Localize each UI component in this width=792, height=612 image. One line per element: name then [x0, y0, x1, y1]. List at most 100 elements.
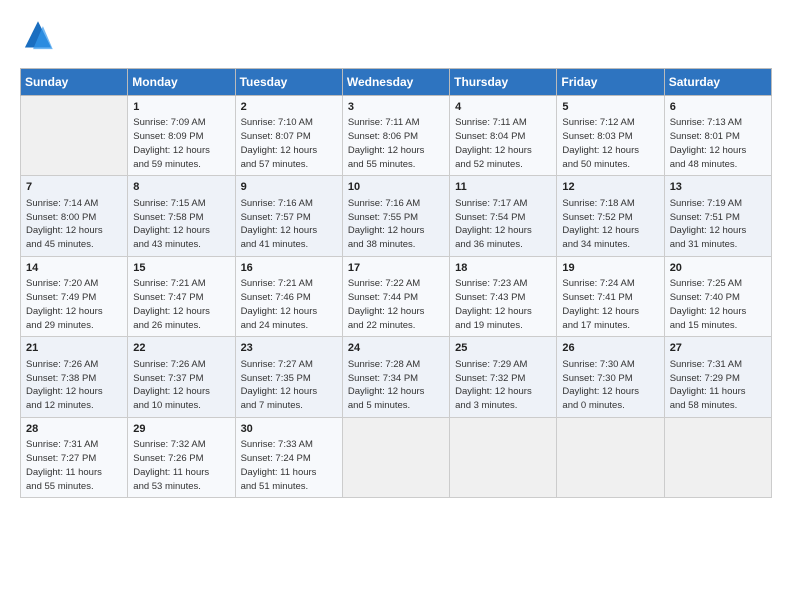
day-number: 3	[348, 100, 444, 115]
day-info: Sunrise: 7:21 AM Sunset: 7:47 PM Dayligh…	[133, 277, 229, 332]
day-number: 18	[455, 261, 551, 276]
calendar-cell	[664, 417, 771, 497]
day-number: 29	[133, 422, 229, 437]
day-info: Sunrise: 7:13 AM Sunset: 8:01 PM Dayligh…	[670, 116, 766, 171]
calendar-cell: 20Sunrise: 7:25 AM Sunset: 7:40 PM Dayli…	[664, 256, 771, 336]
calendar-cell: 7 Sunrise: 7:14 AM Sunset: 8:00 PM Daylig…	[21, 176, 128, 256]
day-number: 7	[26, 180, 122, 195]
calendar-cell: 16Sunrise: 7:21 AM Sunset: 7:46 PM Dayli…	[235, 256, 342, 336]
weekday-header: Saturday	[664, 69, 771, 96]
day-info: Sunrise: 7:28 AM Sunset: 7:34 PM Dayligh…	[348, 358, 444, 413]
calendar-cell	[342, 417, 449, 497]
day-number: 8	[133, 180, 229, 195]
day-info: Sunrise: 7:26 AM Sunset: 7:37 PM Dayligh…	[133, 358, 229, 413]
weekday-header: Wednesday	[342, 69, 449, 96]
calendar-cell: 18Sunrise: 7:23 AM Sunset: 7:43 PM Dayli…	[450, 256, 557, 336]
logo	[20, 18, 62, 54]
calendar-cell: 10 Sunrise: 7:16 AM Sunset: 7:55 PM Dayli…	[342, 176, 449, 256]
day-number: 20	[670, 261, 766, 276]
day-info: Sunrise: 7:23 AM Sunset: 7:43 PM Dayligh…	[455, 277, 551, 332]
day-number: 9	[241, 180, 337, 195]
weekday-header: Tuesday	[235, 69, 342, 96]
calendar-cell	[557, 417, 664, 497]
day-info: Sunrise: 7:16 AM Sunset: 7:55 PM Dayligh…	[348, 197, 444, 252]
calendar-cell: 12 Sunrise: 7:18 AM Sunset: 7:52 PM Dayli…	[557, 176, 664, 256]
day-info: Sunrise: 7:15 AM Sunset: 7:58 PM Dayligh…	[133, 197, 229, 252]
weekday-header: Friday	[557, 69, 664, 96]
day-info: Sunrise: 7:11 AM Sunset: 8:06 PM Dayligh…	[348, 116, 444, 171]
day-number: 1	[133, 100, 229, 115]
day-info: Sunrise: 7:31 AM Sunset: 7:29 PM Dayligh…	[670, 358, 766, 413]
day-info: Sunrise: 7:26 AM Sunset: 7:38 PM Dayligh…	[26, 358, 122, 413]
day-number: 22	[133, 341, 229, 356]
day-number: 13	[670, 180, 766, 195]
calendar-cell: 26Sunrise: 7:30 AM Sunset: 7:30 PM Dayli…	[557, 337, 664, 417]
header	[20, 18, 772, 54]
calendar-week-row: 28Sunrise: 7:31 AM Sunset: 7:27 PM Dayli…	[21, 417, 772, 497]
calendar-cell: 25Sunrise: 7:29 AM Sunset: 7:32 PM Dayli…	[450, 337, 557, 417]
calendar-cell: 22 Sunrise: 7:26 AM Sunset: 7:37 PM Dayli…	[128, 337, 235, 417]
day-info: Sunrise: 7:31 AM Sunset: 7:27 PM Dayligh…	[26, 438, 122, 493]
weekday-header: Sunday	[21, 69, 128, 96]
day-number: 12	[562, 180, 658, 195]
day-info: Sunrise: 7:20 AM Sunset: 7:49 PM Dayligh…	[26, 277, 122, 332]
header-row: SundayMondayTuesdayWednesdayThursdayFrid…	[21, 69, 772, 96]
day-info: Sunrise: 7:16 AM Sunset: 7:57 PM Dayligh…	[241, 197, 337, 252]
day-number: 30	[241, 422, 337, 437]
calendar-cell: 28Sunrise: 7:31 AM Sunset: 7:27 PM Dayli…	[21, 417, 128, 497]
day-number: 27	[670, 341, 766, 356]
logo-icon	[20, 18, 56, 54]
day-info: Sunrise: 7:22 AM Sunset: 7:44 PM Dayligh…	[348, 277, 444, 332]
weekday-header: Thursday	[450, 69, 557, 96]
calendar-cell: 21 Sunrise: 7:26 AM Sunset: 7:38 PM Dayli…	[21, 337, 128, 417]
calendar-cell: 11Sunrise: 7:17 AM Sunset: 7:54 PM Dayli…	[450, 176, 557, 256]
day-number: 15	[133, 261, 229, 276]
calendar-cell: 9 Sunrise: 7:16 AM Sunset: 7:57 PM Daylig…	[235, 176, 342, 256]
calendar-week-row: 7 Sunrise: 7:14 AM Sunset: 8:00 PM Daylig…	[21, 176, 772, 256]
page: SundayMondayTuesdayWednesdayThursdayFrid…	[0, 0, 792, 612]
calendar-table: SundayMondayTuesdayWednesdayThursdayFrid…	[20, 68, 772, 498]
day-info: Sunrise: 7:27 AM Sunset: 7:35 PM Dayligh…	[241, 358, 337, 413]
day-info: Sunrise: 7:10 AM Sunset: 8:07 PM Dayligh…	[241, 116, 337, 171]
day-number: 5	[562, 100, 658, 115]
day-info: Sunrise: 7:14 AM Sunset: 8:00 PM Dayligh…	[26, 197, 122, 252]
day-number: 10	[348, 180, 444, 195]
day-number: 24	[348, 341, 444, 356]
day-info: Sunrise: 7:25 AM Sunset: 7:40 PM Dayligh…	[670, 277, 766, 332]
calendar-cell: 17Sunrise: 7:22 AM Sunset: 7:44 PM Dayli…	[342, 256, 449, 336]
calendar-cell: 3Sunrise: 7:11 AM Sunset: 8:06 PM Daylig…	[342, 96, 449, 176]
calendar-cell: 30Sunrise: 7:33 AM Sunset: 7:24 PM Dayli…	[235, 417, 342, 497]
day-number: 4	[455, 100, 551, 115]
day-info: Sunrise: 7:24 AM Sunset: 7:41 PM Dayligh…	[562, 277, 658, 332]
day-info: Sunrise: 7:18 AM Sunset: 7:52 PM Dayligh…	[562, 197, 658, 252]
calendar-cell: 13 Sunrise: 7:19 AM Sunset: 7:51 PM Dayli…	[664, 176, 771, 256]
calendar-cell	[450, 417, 557, 497]
calendar-cell: 27 Sunrise: 7:31 AM Sunset: 7:29 PM Dayli…	[664, 337, 771, 417]
day-info: Sunrise: 7:21 AM Sunset: 7:46 PM Dayligh…	[241, 277, 337, 332]
day-info: Sunrise: 7:12 AM Sunset: 8:03 PM Dayligh…	[562, 116, 658, 171]
day-info: Sunrise: 7:19 AM Sunset: 7:51 PM Dayligh…	[670, 197, 766, 252]
calendar-cell: 5Sunrise: 7:12 AM Sunset: 8:03 PM Daylig…	[557, 96, 664, 176]
day-info: Sunrise: 7:11 AM Sunset: 8:04 PM Dayligh…	[455, 116, 551, 171]
day-info: Sunrise: 7:30 AM Sunset: 7:30 PM Dayligh…	[562, 358, 658, 413]
calendar-cell: 19Sunrise: 7:24 AM Sunset: 7:41 PM Dayli…	[557, 256, 664, 336]
day-info: Sunrise: 7:09 AM Sunset: 8:09 PM Dayligh…	[133, 116, 229, 171]
day-info: Sunrise: 7:17 AM Sunset: 7:54 PM Dayligh…	[455, 197, 551, 252]
calendar-week-row: 14Sunrise: 7:20 AM Sunset: 7:49 PM Dayli…	[21, 256, 772, 336]
day-number: 21	[26, 341, 122, 356]
calendar-cell: 8 Sunrise: 7:15 AM Sunset: 7:58 PM Daylig…	[128, 176, 235, 256]
calendar-cell: 2Sunrise: 7:10 AM Sunset: 8:07 PM Daylig…	[235, 96, 342, 176]
day-info: Sunrise: 7:33 AM Sunset: 7:24 PM Dayligh…	[241, 438, 337, 493]
day-number: 19	[562, 261, 658, 276]
calendar-cell: 1Sunrise: 7:09 AM Sunset: 8:09 PM Daylig…	[128, 96, 235, 176]
calendar-cell: 6Sunrise: 7:13 AM Sunset: 8:01 PM Daylig…	[664, 96, 771, 176]
calendar-cell: 23Sunrise: 7:27 AM Sunset: 7:35 PM Dayli…	[235, 337, 342, 417]
calendar-cell: 15Sunrise: 7:21 AM Sunset: 7:47 PM Dayli…	[128, 256, 235, 336]
day-number: 17	[348, 261, 444, 276]
day-number: 16	[241, 261, 337, 276]
calendar-week-row: 21 Sunrise: 7:26 AM Sunset: 7:38 PM Dayli…	[21, 337, 772, 417]
day-number: 25	[455, 341, 551, 356]
calendar-cell	[21, 96, 128, 176]
calendar-cell: 14Sunrise: 7:20 AM Sunset: 7:49 PM Dayli…	[21, 256, 128, 336]
calendar-cell: 29Sunrise: 7:32 AM Sunset: 7:26 PM Dayli…	[128, 417, 235, 497]
